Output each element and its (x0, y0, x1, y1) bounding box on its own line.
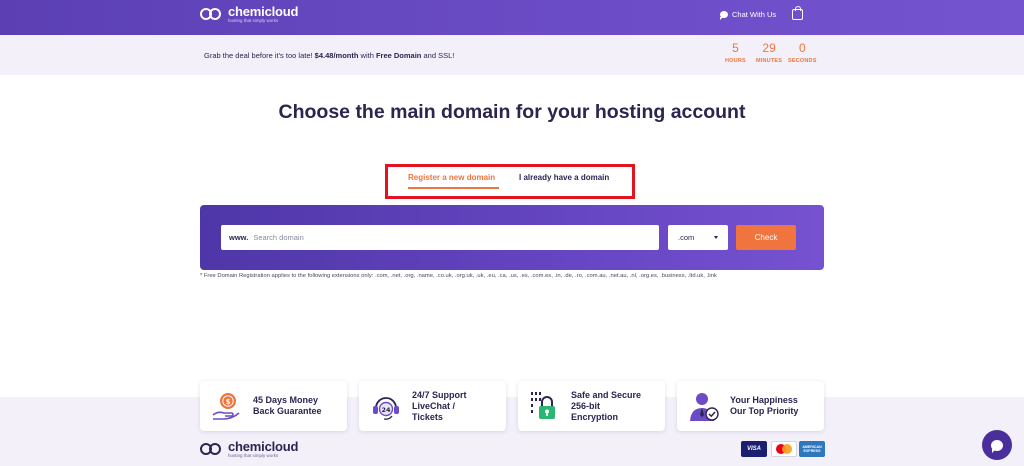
logo-mark-icon (200, 5, 224, 23)
visa-icon: VISA (741, 441, 767, 457)
brand-logo[interactable]: chemicloud hosting that simply works (200, 5, 298, 24)
chat-bubble-icon (720, 11, 728, 20)
feature-line: LiveChat / (412, 400, 456, 411)
page-title: Choose the main domain for your hosting … (278, 101, 746, 123)
mastercard-icon (771, 441, 797, 457)
svg-text:24: 24 (381, 406, 391, 414)
feature-card-support: 24 24/7 Support LiveChat / Tickets (359, 381, 506, 431)
active-tab-underline (408, 187, 499, 189)
feature-line: Encryption (571, 411, 619, 422)
countdown-seconds: 0 SECONDS (788, 41, 817, 64)
tld-selected-value: .com (678, 233, 695, 242)
feature-line: Safe and Secure (571, 389, 642, 400)
features-band (0, 397, 1024, 466)
free-domain-footnote: * Free Domain Registration applies to th… (200, 273, 717, 279)
top-navbar: chemicloud hosting that simply works Cha… (0, 0, 1024, 35)
feature-line: Your Happiness (730, 395, 798, 405)
footer-brand-logo[interactable]: chemicloud hosting that simply works (200, 440, 298, 459)
check-button[interactable]: Check (736, 225, 796, 250)
feature-line: Our Top Priority (730, 406, 799, 416)
domain-search-field[interactable]: www. (221, 225, 659, 250)
footer-brand-tagline: hosting that simply works (228, 453, 279, 458)
promo-text: Grab the deal before it's too late! $4.4… (204, 51, 455, 60)
footer-brand-name: chemicloud (228, 439, 299, 454)
brand-name: chemicloud (228, 4, 299, 19)
domain-search-input[interactable] (253, 233, 634, 242)
www-prefix: www. (229, 233, 249, 242)
feature-line: Back Guarantee (253, 406, 322, 416)
feature-card-security: Safe and Secure 256-bit Encryption (518, 381, 665, 431)
tab-existing-domain[interactable]: I already have a domain (519, 173, 609, 182)
promo-free-domain: Free Domain (375, 51, 422, 60)
brand-tagline: hosting that simply works (228, 18, 279, 23)
feature-card-happiness: Your Happiness Our Top Priority (677, 381, 824, 431)
feature-line: 256-bit (571, 400, 601, 411)
tab-register-new-domain[interactable]: Register a new domain (408, 173, 495, 182)
chevron-down-icon (714, 236, 718, 239)
chat-bubble-icon (991, 439, 1003, 453)
amex-icon: AMERICAN EXPRESS (799, 441, 825, 457)
svg-text:$: $ (226, 398, 231, 406)
chat-with-us-link[interactable]: Chat With Us (720, 10, 777, 20)
lock-icon (531, 392, 555, 419)
cart-icon[interactable] (792, 6, 803, 20)
live-chat-button[interactable] (982, 430, 1012, 460)
logo-mark-icon (200, 440, 224, 458)
tld-dropdown[interactable]: .com (668, 225, 728, 250)
countdown-minutes: 29 MINUTES (756, 41, 783, 64)
feature-line: 45 Days Money (253, 395, 319, 405)
support-headset-icon: 24 (373, 397, 399, 420)
countdown-hours: 5 HOURS (725, 41, 746, 64)
happy-agent-icon (690, 393, 719, 421)
chat-with-us-label: Chat With Us (732, 10, 777, 19)
feature-line: 24/7 Support (412, 389, 467, 400)
feature-line: Tickets (412, 411, 443, 422)
feature-card-money-back: $ 45 Days Money Back Guarantee (200, 381, 347, 431)
money-back-icon: $ (212, 393, 240, 420)
promo-banner: Grab the deal before it's too late! $4.4… (0, 35, 1024, 75)
promo-price: $4.48/month (314, 51, 359, 60)
